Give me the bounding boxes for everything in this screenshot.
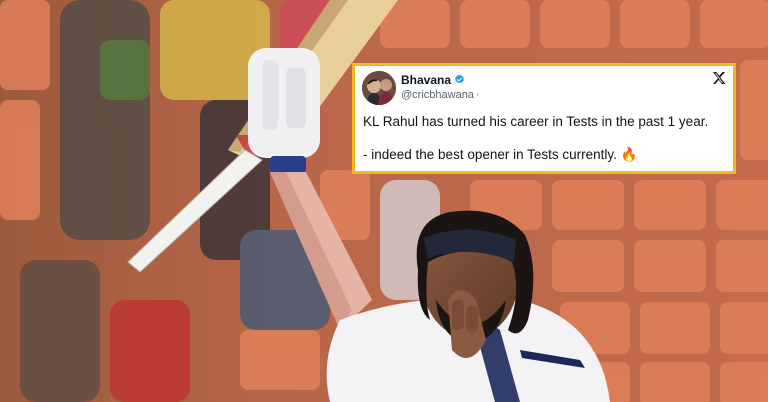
avatar-image <box>362 71 396 105</box>
tweet-card[interactable]: Bhavana @cricbhawana · KL Rahul has turne… <box>352 63 736 174</box>
avatar[interactable] <box>362 71 396 105</box>
display-name[interactable]: Bhavana <box>401 73 465 87</box>
x-logo-icon[interactable] <box>711 70 727 86</box>
verified-badge-icon <box>455 74 464 84</box>
handle-separator: · <box>475 89 480 101</box>
cricket-photo <box>0 0 768 402</box>
tweet-text-line-2: - indeed the best opener in Tests curren… <box>363 147 638 162</box>
tweet-text-line-1: KL Rahul has turned his career in Tests … <box>363 114 709 129</box>
handle-text: @cricbhawana <box>401 89 474 101</box>
display-name-text: Bhavana <box>401 73 452 87</box>
handle[interactable]: @cricbhawana · <box>401 89 480 101</box>
